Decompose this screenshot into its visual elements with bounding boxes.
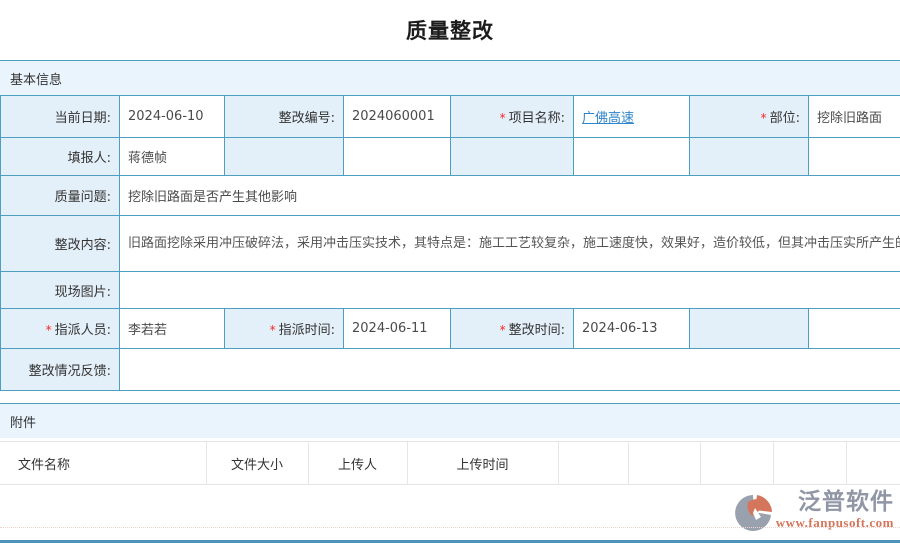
assign-time-label: *指派时间: xyxy=(225,309,344,349)
rectify-time-label: *整改时间: xyxy=(451,309,574,349)
project-name-label: *项目名称: xyxy=(451,96,574,138)
required-marker: * xyxy=(500,323,506,337)
empty-cell xyxy=(451,138,574,176)
form-row-4: 整改内容: 旧路面挖除采用冲压破碎法，采用冲击压实技术，其特点是：施工工艺较复杂… xyxy=(1,216,900,272)
site-photo-label: 现场图片: xyxy=(1,272,120,309)
brand-url: www.fanpusoft.com xyxy=(776,515,894,531)
assignee-value: 李若若 xyxy=(120,309,225,349)
form-row-2: 填报人: 蒋德帧 xyxy=(1,138,900,176)
empty-cell xyxy=(344,138,451,176)
current-date-value: 2024-06-10 xyxy=(120,96,225,138)
rectify-no-value: 2024060001 xyxy=(344,96,451,138)
form-row-7: 整改情况反馈: xyxy=(1,349,900,391)
dotted-divider xyxy=(0,527,900,528)
empty-cell xyxy=(690,309,809,349)
project-name-value: 广佛高速 xyxy=(574,96,690,138)
col-uploader: 上传人 xyxy=(308,442,407,485)
required-marker: * xyxy=(761,111,767,125)
quality-issue-label: 质量问题: xyxy=(1,176,120,216)
col-file-name: 文件名称 xyxy=(0,442,206,485)
empty-column-header xyxy=(846,442,900,485)
page-header: 质量整改 xyxy=(0,0,900,60)
spacer xyxy=(0,391,900,403)
col-upload-time: 上传时间 xyxy=(407,442,558,485)
empty-column-header xyxy=(558,442,628,485)
brand-name: 泛普软件 xyxy=(798,490,894,515)
feedback-label: 整改情况反馈: xyxy=(1,349,120,391)
attachments-table: 文件名称 文件大小 上传人 上传时间 xyxy=(0,441,900,485)
empty-cell xyxy=(690,138,809,176)
empty-cell xyxy=(809,309,900,349)
section-attachments: 附件 xyxy=(0,403,900,438)
empty-cell xyxy=(809,138,900,176)
fanpu-logo-icon xyxy=(734,492,774,532)
brand-logo: 泛普软件 www.fanpusoft.com xyxy=(734,490,894,532)
attachments-header-row: 文件名称 文件大小 上传人 上传时间 xyxy=(0,442,900,485)
site-photo-value xyxy=(120,272,900,309)
page-footer: 泛普软件 www.fanpusoft.com xyxy=(0,485,900,547)
brand-text-block: 泛普软件 www.fanpusoft.com xyxy=(776,490,894,531)
section-attachments-label: 附件 xyxy=(10,412,36,431)
form-row-3: 质量问题: 挖除旧路面是否产生其他影响 xyxy=(1,176,900,216)
bottom-bar xyxy=(0,540,900,543)
project-name-link[interactable]: 广佛高速 xyxy=(582,111,634,126)
reporter-label: 填报人: xyxy=(1,138,120,176)
empty-column-header xyxy=(628,442,700,485)
quality-issue-value: 挖除旧路面是否产生其他影响 xyxy=(120,176,900,216)
reporter-value: 蒋德帧 xyxy=(120,138,225,176)
section-basic-info-label: 基本信息 xyxy=(10,69,62,88)
rectify-no-label: 整改编号: xyxy=(225,96,344,138)
rectify-content-value: 旧路面挖除采用冲压破碎法，采用冲击压实技术，其特点是：施工工艺较复杂，施工速度快… xyxy=(120,216,900,272)
required-marker: * xyxy=(46,323,52,337)
feedback-value xyxy=(120,349,900,391)
empty-cell xyxy=(574,138,690,176)
rectify-time-value: 2024-06-13 xyxy=(574,309,690,349)
rectify-content-label: 整改内容: xyxy=(1,216,120,272)
empty-cell xyxy=(225,138,344,176)
required-marker: * xyxy=(500,111,506,125)
col-file-size: 文件大小 xyxy=(206,442,308,485)
empty-column-header xyxy=(773,442,846,485)
empty-column-header xyxy=(700,442,773,485)
form-row-1: 当前日期: 2024-06-10 整改编号: 2024060001 *项目名称:… xyxy=(1,96,900,138)
section-basic-info: 基本信息 xyxy=(0,60,900,95)
required-marker: * xyxy=(270,323,276,337)
form-row-5: 现场图片: xyxy=(1,272,900,309)
form-row-6: *指派人员: 李若若 *指派时间: 2024-06-11 *整改时间: 2024… xyxy=(1,309,900,349)
current-date-label: 当前日期: xyxy=(1,96,120,138)
page-title: 质量整改 xyxy=(406,15,494,45)
part-value: 挖除旧路面 xyxy=(809,96,900,138)
basic-info-table: 当前日期: 2024-06-10 整改编号: 2024060001 *项目名称:… xyxy=(0,95,900,391)
assignee-label: *指派人员: xyxy=(1,309,120,349)
part-label: *部位: xyxy=(690,96,809,138)
assign-time-value: 2024-06-11 xyxy=(344,309,451,349)
